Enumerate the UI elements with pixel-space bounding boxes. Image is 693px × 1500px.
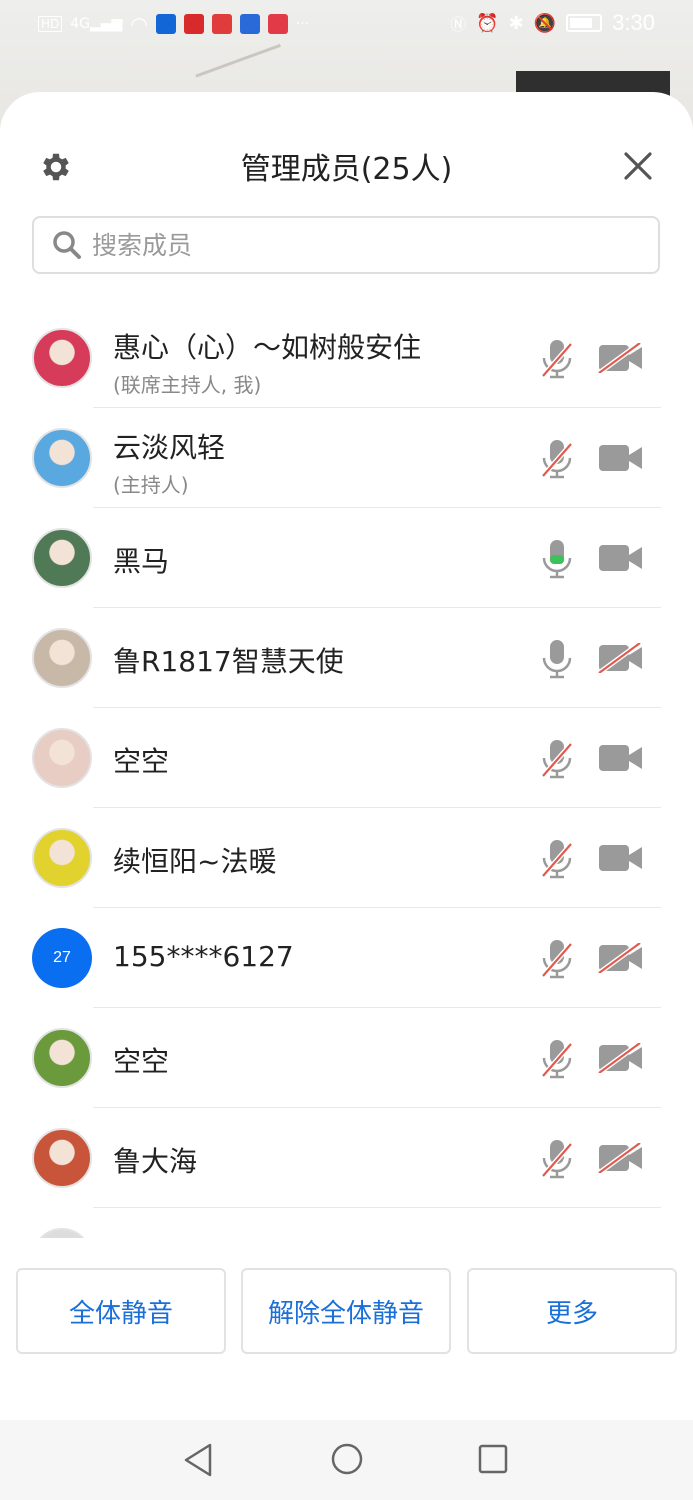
member-name: 云淡风轻 (113, 431, 226, 464)
read-app-icon (267, 14, 288, 34)
member-row[interactable]: 鲁大海 (0, 1108, 693, 1208)
status-time: 3:30 (612, 10, 655, 35)
recent-apps-icon[interactable] (478, 1444, 508, 1474)
bluetooth-icon: ✱ (508, 12, 524, 34)
member-name: 空空 (113, 1045, 170, 1078)
hd-icon: HD (38, 16, 63, 32)
member-name: 续恒阳~法暖 (113, 845, 277, 878)
mic-icon[interactable] (539, 638, 575, 680)
action-buttons: 全体静音 解除全体静音 更多 (0, 1268, 693, 1354)
status-left-icons: HD 4G▂▄▆ ◠ ··· (38, 12, 309, 36)
translate-app-icon (239, 14, 260, 34)
avatar (32, 428, 92, 488)
search-field[interactable] (32, 216, 660, 274)
member-name: 黑马 (113, 545, 170, 578)
search-icon (53, 231, 81, 259)
avatar (32, 328, 92, 388)
mic-muted-icon[interactable] (539, 338, 575, 380)
avatar (32, 1128, 92, 1188)
status-bar: HD 4G▂▄▆ ◠ ··· Ⓝ ⏰ ✱ 🔕 3:30 (0, 0, 693, 46)
member-row[interactable]: 鲁R1817智慧天使 (0, 608, 693, 708)
member-row[interactable]: 续恒阳~法暖 (0, 808, 693, 908)
avatar: 27 (32, 928, 92, 988)
member-name: 鲁R1817智慧天使 (113, 645, 344, 678)
status-right-icons: Ⓝ ⏰ ✱ 🔕 3:30 (450, 10, 655, 36)
alarm-icon: ⏰ (476, 12, 499, 34)
member-row[interactable]: 黑马 (0, 508, 693, 608)
signal-icon: 4G▂▄▆ (70, 16, 123, 32)
member-name: 鲁大海 (113, 1145, 198, 1178)
member-row[interactable]: 空空 (0, 708, 693, 808)
manage-members-sheet: 管理成员(25人) 惠心（心）～如树般安住 (联席主持人, 我) 云淡风轻 (主持人)… (0, 92, 693, 1420)
mic-muted-icon[interactable] (539, 438, 575, 480)
member-name: 155****6127 (113, 940, 294, 973)
close-icon[interactable] (622, 150, 654, 182)
member-role: (主持人) (113, 473, 189, 497)
app1-icon (155, 14, 176, 34)
member-name: 惠心（心）～如树般安住 (113, 331, 422, 364)
mic-muted-icon[interactable] (539, 838, 575, 880)
member-row[interactable]: 云淡风轻 (主持人) (0, 408, 693, 508)
camera-icon[interactable] (598, 543, 644, 573)
silent-icon: 🔕 (533, 12, 557, 34)
avatar (32, 828, 92, 888)
member-row[interactable]: 惠心（心）～如树般安住 (联席主持人, 我) (0, 308, 693, 408)
mic-muted-icon[interactable] (539, 738, 575, 780)
camera-icon[interactable] (598, 843, 644, 873)
member-name: 空空 (113, 745, 170, 778)
avatar (32, 728, 92, 788)
page-title: 管理成员(25人) (240, 152, 453, 187)
avatar (32, 1228, 92, 1238)
member-row[interactable]: 空空 (0, 1008, 693, 1108)
mic-muted-icon[interactable] (539, 1138, 575, 1180)
more-icon: ··· (295, 16, 310, 32)
search-input[interactable] (90, 229, 634, 261)
camera-icon[interactable] (598, 743, 644, 773)
mic-muted-icon[interactable] (539, 938, 575, 980)
camera-off-icon[interactable] (598, 643, 644, 673)
member-row[interactable]: 27 155****6127 (0, 908, 693, 1008)
avatar (32, 528, 92, 588)
mic-app-icon (183, 14, 204, 34)
wifi-icon: ◠ (130, 12, 148, 36)
back-icon[interactable] (182, 1442, 214, 1478)
mic-icon[interactable] (539, 538, 575, 580)
battery-icon (566, 14, 603, 32)
huawei-app-icon (211, 14, 232, 34)
avatar (32, 1028, 92, 1088)
camera-off-icon[interactable] (598, 1043, 644, 1073)
member-role: (联席主持人, 我) (113, 373, 262, 397)
camera-off-icon[interactable] (598, 943, 644, 973)
camera-icon[interactable] (598, 443, 644, 473)
mic-muted-icon[interactable] (539, 1038, 575, 1080)
member-row-partial (0, 1208, 693, 1238)
more-button[interactable]: 更多 (467, 1268, 677, 1354)
avatar (32, 628, 92, 688)
system-navigation-bar (0, 1420, 693, 1500)
nfc-icon: Ⓝ (450, 15, 467, 34)
home-icon[interactable] (330, 1442, 364, 1476)
member-list: 惠心（心）～如树般安住 (联席主持人, 我) 云淡风轻 (主持人) 黑马鲁R1817智慧… (0, 308, 693, 1238)
unmute-all-button[interactable]: 解除全体静音 (241, 1268, 451, 1354)
camera-off-icon[interactable] (598, 1143, 644, 1173)
camera-off-icon[interactable] (598, 343, 644, 373)
mute-all-button[interactable]: 全体静音 (16, 1268, 226, 1354)
